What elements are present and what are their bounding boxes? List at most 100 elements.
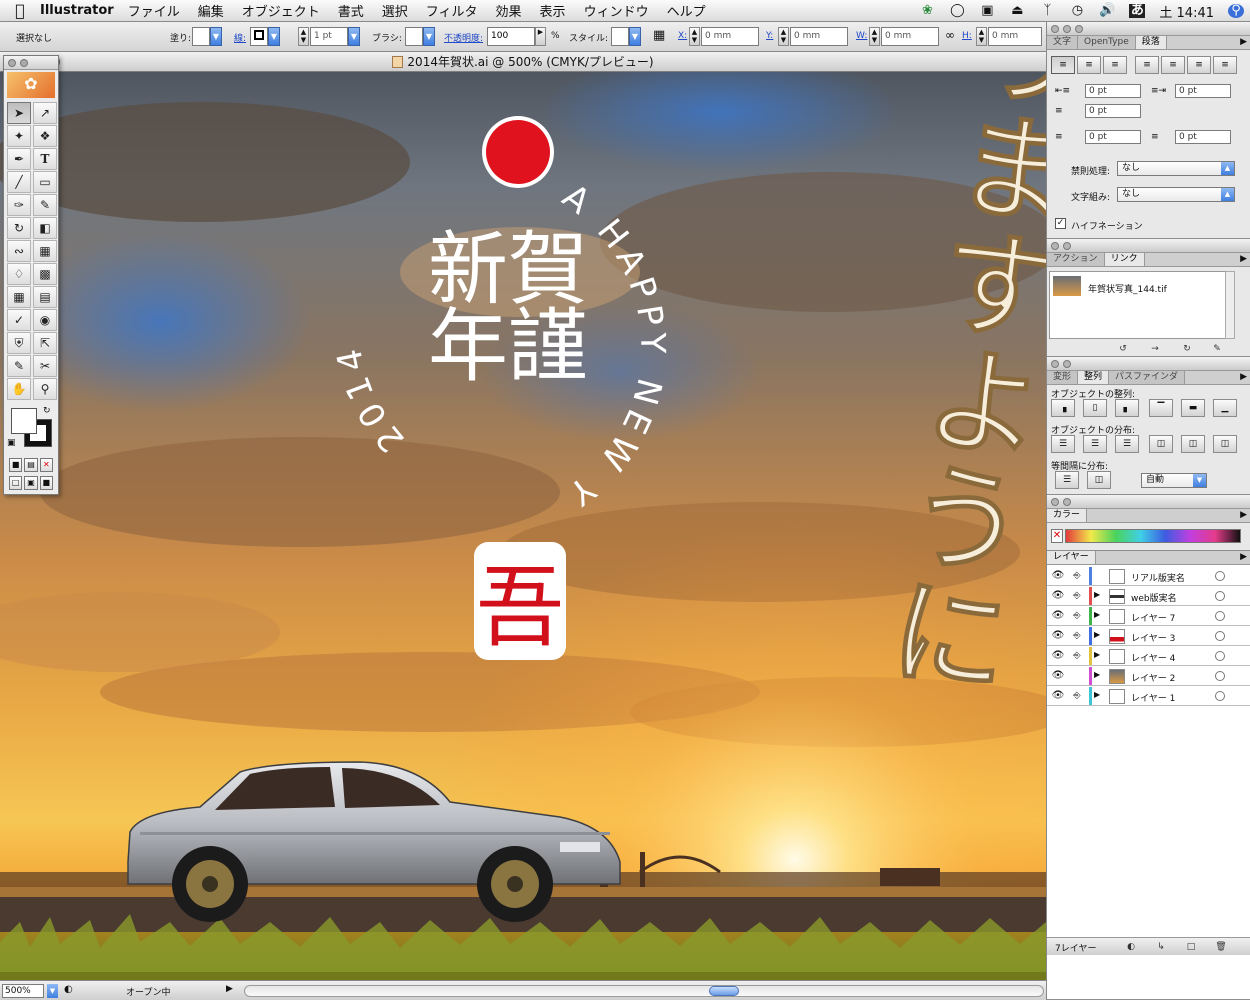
- constrain-proportions-icon[interactable]: ∞: [945, 28, 955, 42]
- expand-triangle-icon[interactable]: ▶: [1094, 590, 1100, 599]
- space-before-input[interactable]: 0 pt: [1085, 130, 1141, 144]
- paintbrush-tool-icon[interactable]: ✑: [7, 194, 31, 216]
- edit-original-icon[interactable]: ✎: [1209, 343, 1225, 355]
- y-stepper[interactable]: ▲ ▼: [778, 27, 789, 46]
- menu-effect[interactable]: 効果: [496, 1, 522, 20]
- links-panel-title-bar[interactable]: [1047, 239, 1250, 253]
- stroke-dropdown[interactable]: ▼: [268, 27, 280, 46]
- eye-icon[interactable]: 👁: [1051, 590, 1065, 602]
- menu-type[interactable]: 書式: [338, 1, 364, 20]
- menu-app-name[interactable]: Illustrator: [40, 3, 114, 18]
- display-icon[interactable]: ▣: [979, 4, 995, 18]
- opacity-arrow[interactable]: ▶: [535, 27, 546, 46]
- opacity-label[interactable]: 不透明度:: [444, 31, 483, 44]
- align-bottom-edge-icon[interactable]: ▁: [1213, 399, 1237, 417]
- none-mode-icon[interactable]: ✕: [39, 458, 53, 472]
- distribute-top-icon[interactable]: ☰: [1051, 435, 1075, 453]
- scissors-tool-icon[interactable]: ✂: [33, 355, 57, 377]
- layer-row-2[interactable]: 👁 ⎆ ▶ レイヤー 7: [1047, 607, 1250, 626]
- zoom-field[interactable]: 500%: [2, 984, 44, 998]
- space-after-input[interactable]: 0 pt: [1175, 130, 1231, 144]
- w-label[interactable]: W:: [856, 31, 867, 41]
- speech-bubble-icon[interactable]: ◯: [949, 4, 965, 18]
- tab-opentype[interactable]: OpenType: [1078, 36, 1136, 49]
- distribute-vspacing-icon[interactable]: ☰: [1055, 471, 1079, 489]
- bluetooth-icon[interactable]: ᛉ: [1039, 4, 1055, 18]
- menu-view[interactable]: 表示: [540, 1, 566, 20]
- distribute-hcenter-icon[interactable]: ◫: [1181, 435, 1205, 453]
- panel-close[interactable]: [1051, 360, 1059, 368]
- x-input[interactable]: 0 mm: [701, 27, 759, 46]
- stroke-weight-dropdown[interactable]: ▼: [348, 27, 360, 46]
- lock-icon[interactable]: ⎆: [1071, 690, 1083, 702]
- free-transform-tool-icon[interactable]: ▦: [33, 240, 57, 262]
- eye-icon[interactable]: 👁: [1051, 610, 1065, 622]
- menu-clock[interactable]: 土 14:41: [1159, 2, 1214, 21]
- list-item[interactable]: 年賀状写真_144.tif: [1050, 272, 1234, 302]
- tab-layers[interactable]: レイヤー: [1047, 551, 1096, 564]
- y-input[interactable]: 0 mm: [790, 27, 848, 46]
- pencil-tool-icon[interactable]: ✎: [33, 194, 57, 216]
- align-horizontal-center-icon[interactable]: ▯: [1083, 399, 1107, 417]
- fill-dropdown[interactable]: ▼: [210, 27, 222, 46]
- expand-triangle-icon[interactable]: ▶: [1094, 650, 1100, 659]
- layer-row-1[interactable]: 👁 ⎆ ▶ web版実名: [1047, 587, 1250, 606]
- panel-menu-icon[interactable]: ▶: [1240, 552, 1247, 562]
- standard-screen-icon[interactable]: □: [9, 476, 23, 490]
- eye-icon[interactable]: 👁: [1051, 670, 1065, 682]
- menu-edit[interactable]: 編集: [198, 1, 224, 20]
- menu-select[interactable]: 選択: [382, 1, 408, 20]
- version-cue-icon[interactable]: ◐: [64, 984, 73, 995]
- menu-file[interactable]: ファイル: [128, 1, 180, 20]
- align-panel-title-bar[interactable]: [1047, 357, 1250, 371]
- distribute-hspacing-icon[interactable]: ◫: [1087, 471, 1111, 489]
- stroke-weight-stepper[interactable]: ▲ ▼: [298, 27, 309, 46]
- panel-close[interactable]: [1051, 25, 1059, 33]
- color-mode-icon[interactable]: ■: [9, 458, 23, 472]
- eye-icon[interactable]: 👁: [1051, 650, 1065, 662]
- fill-color-swatch[interactable]: [11, 408, 37, 434]
- justify-left-button[interactable]: ≡: [1135, 56, 1159, 74]
- align-left-button[interactable]: ≡: [1051, 56, 1075, 74]
- none-color-icon[interactable]: ✕: [1051, 529, 1063, 543]
- update-link-icon[interactable]: ↻: [1179, 343, 1195, 355]
- y-label[interactable]: Y:: [766, 31, 773, 41]
- illustrator-flower-icon[interactable]: ✿: [7, 72, 55, 98]
- eye-icon[interactable]: 👁: [1051, 690, 1065, 702]
- default-colors-icon[interactable]: ▣: [7, 438, 16, 448]
- lock-icon[interactable]: ⎆: [1071, 610, 1083, 622]
- distribute-right-icon[interactable]: ◫: [1213, 435, 1237, 453]
- left-indent-input[interactable]: 0 pt: [1085, 84, 1141, 98]
- hand-tool-icon[interactable]: ✋: [7, 378, 31, 400]
- layer-row-3[interactable]: 👁 ⎆ ▶ レイヤー 3: [1047, 627, 1250, 646]
- h-stepper[interactable]: ▲ ▼: [976, 27, 987, 46]
- paragraph-panel-title-bar[interactable]: [1047, 22, 1250, 36]
- expand-triangle-icon[interactable]: ▶: [1094, 690, 1100, 699]
- color-panel-title-bar[interactable]: [1047, 495, 1250, 509]
- menu-help[interactable]: ヘルプ: [667, 1, 706, 20]
- lock-icon[interactable]: ⎆: [1071, 650, 1083, 662]
- warp-tool-icon[interactable]: ∾: [7, 240, 31, 262]
- layer-target-icon[interactable]: [1215, 671, 1225, 681]
- distribute-left-icon[interactable]: ◫: [1149, 435, 1173, 453]
- panel-menu-icon[interactable]: ▶: [1240, 510, 1247, 520]
- h-input[interactable]: 0 mm: [988, 27, 1042, 46]
- panel-menu-icon[interactable]: ▶: [1240, 372, 1247, 382]
- panel-menu-icon[interactable]: ▶: [1240, 37, 1247, 47]
- horizontal-scroll-thumb[interactable]: [709, 986, 739, 996]
- toolbox-collapse[interactable]: [20, 59, 28, 67]
- tab-character[interactable]: 文字: [1047, 36, 1079, 49]
- h-label[interactable]: H:: [962, 31, 972, 41]
- zoom-dropdown[interactable]: ▼: [47, 984, 58, 998]
- expand-triangle-icon[interactable]: ▶: [1094, 610, 1100, 619]
- panel-menu-icon[interactable]: ▶: [1240, 254, 1247, 264]
- stroke-label[interactable]: 線:: [234, 31, 246, 44]
- lock-icon[interactable]: ⎆: [1071, 590, 1083, 602]
- eye-icon[interactable]: 👁: [1051, 570, 1065, 582]
- spotlight-icon[interactable]: ⚲: [1228, 4, 1244, 18]
- opacity-input[interactable]: 100: [487, 27, 535, 46]
- make-clipping-mask-icon[interactable]: ◐: [1123, 941, 1139, 953]
- layer-target-icon[interactable]: [1215, 571, 1225, 581]
- layer-target-icon[interactable]: [1215, 611, 1225, 621]
- full-screen-icon[interactable]: ■: [39, 476, 53, 490]
